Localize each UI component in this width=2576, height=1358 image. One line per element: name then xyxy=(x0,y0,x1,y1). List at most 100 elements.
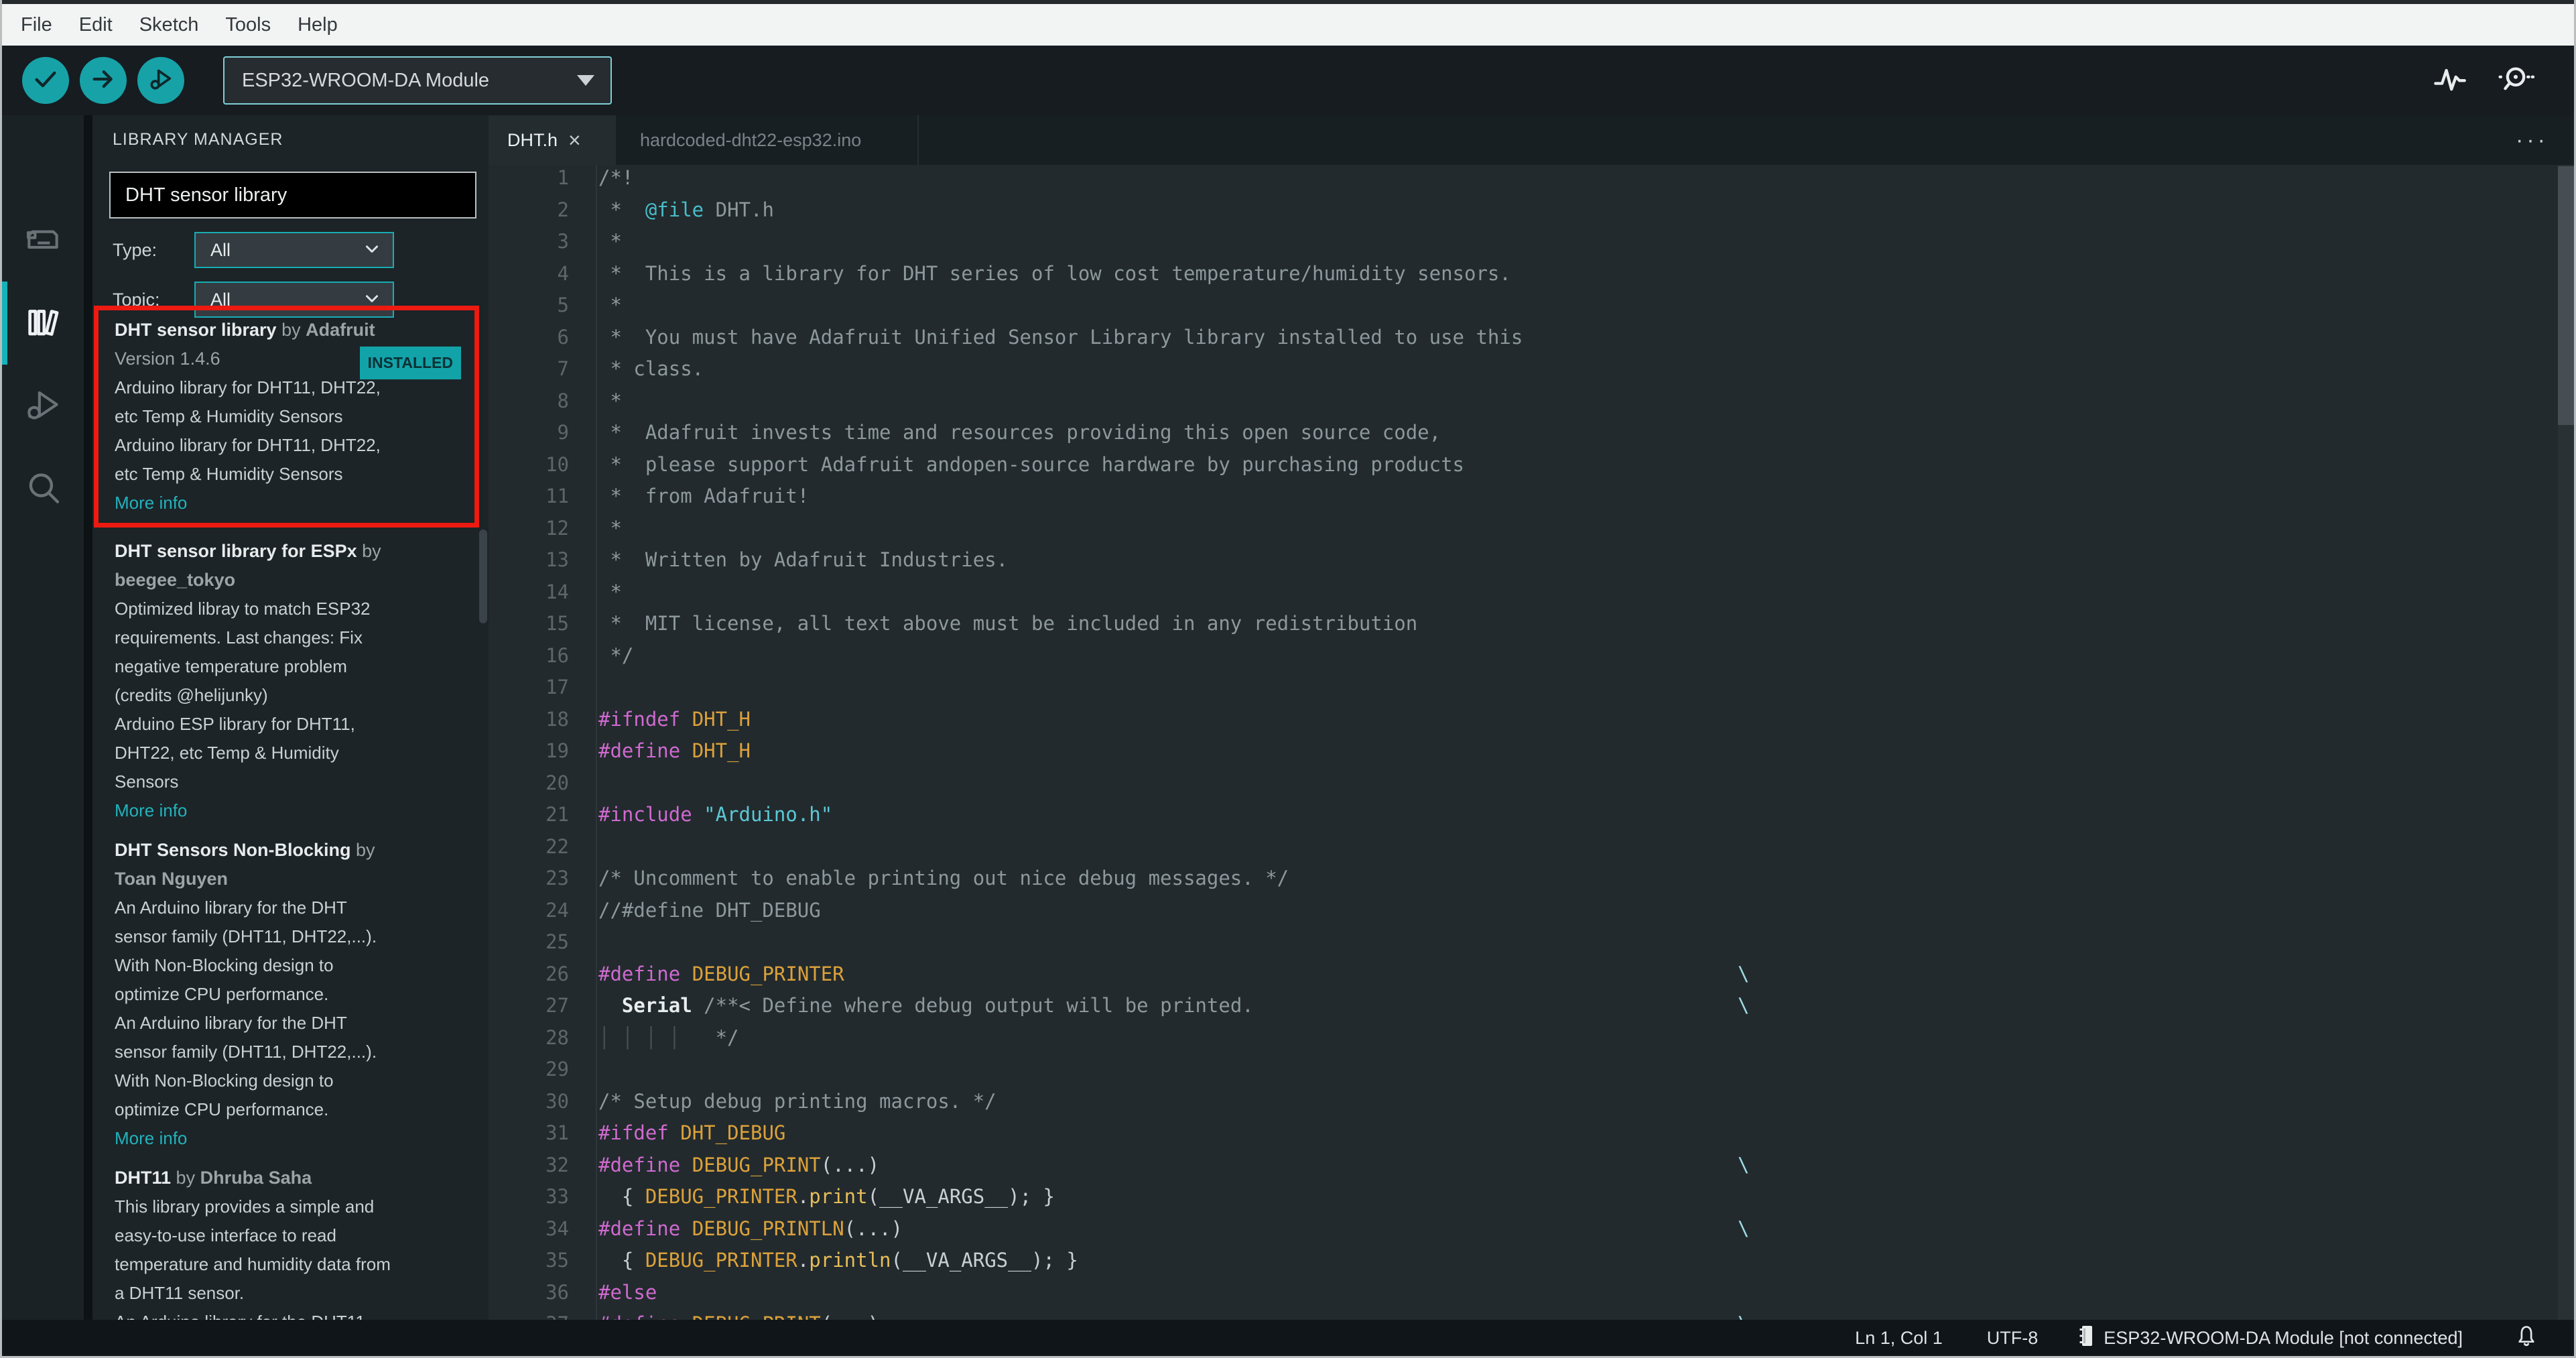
search-icon xyxy=(22,467,64,512)
notifications-bell-icon[interactable] xyxy=(2514,1322,2539,1354)
more-info-link[interactable]: More info xyxy=(115,796,474,825)
library-entry[interactable]: DHT sensor library by Adafruit Version 1.… xyxy=(94,306,479,528)
entry-description-line: a DHT11 sensor. xyxy=(115,1283,245,1303)
library-search-input[interactable] xyxy=(109,172,476,219)
line-number: 10 xyxy=(545,452,569,476)
menu-edit[interactable]: Edit xyxy=(66,4,126,46)
more-actions-icon[interactable]: ··· xyxy=(2516,115,2549,165)
code-text: { DEBUG_PRINTER.println(__VA_ARGS__); } xyxy=(621,1249,1078,1272)
sidebar-item-debug[interactable] xyxy=(2,365,84,448)
cursor-position[interactable]: Ln 1, Col 1 xyxy=(1855,1328,1943,1349)
editor-scrollbar[interactable] xyxy=(2558,165,2574,1320)
tab-label: hardcoded-dht22-esp32.ino xyxy=(640,129,862,150)
line-number: 29 xyxy=(545,1058,569,1081)
code-line-31: 31 #ifdef DHT_DEBUG xyxy=(489,1117,2574,1150)
panel-scrollbar-thumb[interactable] xyxy=(479,530,487,623)
code-editor[interactable]: 1/*! 2 * @file DHT.h 3 * 4 * This is a libr… xyxy=(489,165,2574,1320)
code-text: Serial /**< Define where debug output wi… xyxy=(621,994,1750,1017)
line-number: 6 xyxy=(557,325,569,349)
code-line-4: 4 * This is a library for DHT series of … xyxy=(489,258,2574,290)
sidebar-item-sketchbook[interactable] xyxy=(2,115,84,198)
library-entry[interactable]: DHT sensor library for ESPx by beegee_to… xyxy=(94,533,479,829)
editor-scrollbar-thumb[interactable] xyxy=(2558,166,2574,425)
status-board[interactable]: ESP32-WROOM-DA Module [not connected] xyxy=(2078,1324,2463,1352)
board-selector-label: ESP32-WROOM-DA Module xyxy=(242,69,490,91)
code-text: #ifdef DHT_DEBUG xyxy=(598,1121,786,1144)
line-number: 12 xyxy=(545,516,569,540)
line-number: 16 xyxy=(545,643,569,667)
code-line-12: 12 * xyxy=(489,513,2574,545)
line-number: 4 xyxy=(557,261,569,285)
board-selector[interactable]: ESP32-WROOM-DA Module xyxy=(223,56,612,105)
code-text: //#define DHT_DEBUG xyxy=(598,898,821,922)
code-text: #ifndef DHT_H xyxy=(598,707,751,731)
code-text: #else xyxy=(598,1280,657,1304)
entry-description-line: An Arduino library for the DHT xyxy=(115,898,347,918)
line-number: 24 xyxy=(545,898,569,922)
code-line-36: 36 #else xyxy=(489,1277,2574,1309)
entry-description-line: This library provides a simple and xyxy=(115,1196,375,1217)
sidebar-item-library-manager[interactable] xyxy=(2,282,84,365)
verify-button[interactable] xyxy=(22,57,69,104)
menu-tools[interactable]: Tools xyxy=(212,4,284,46)
code-text: * please support Adafruit andopen-source… xyxy=(598,452,1465,476)
code-lines: 1/*! 2 * @file DHT.h 3 * 4 * This is a libr… xyxy=(489,165,2574,1320)
entry-description-line: Arduino library for DHT11, DHT22, xyxy=(115,435,381,455)
upload-button[interactable] xyxy=(80,57,127,104)
code-text: * MIT license, all text above must be in… xyxy=(598,612,1418,635)
line-number: 18 xyxy=(545,707,569,731)
code-line-23: 23 /* Uncomment to enable printing out ni… xyxy=(489,863,2574,895)
code-line-7: 7 * class. xyxy=(489,353,2574,385)
serial-plotter-icon[interactable] xyxy=(2431,62,2469,100)
tab-bar: DHT.h × hardcoded-dht22-esp32.ino ··· xyxy=(489,115,2574,165)
code-text: * xyxy=(598,580,622,603)
sidebar-item-search[interactable] xyxy=(2,448,84,531)
code-text: #define DEBUG_PRINTLN(...) \ xyxy=(598,1217,1750,1240)
library-entry[interactable]: DHT Sensors Non-Blocking by Toan Nguyen A… xyxy=(94,832,479,1157)
code-line-32: 32 #define DEBUG_PRINT(...) \ xyxy=(489,1150,2574,1182)
code-line-13: 13 * Written by Adafruit Industries. xyxy=(489,544,2574,576)
line-number: 25 xyxy=(545,930,569,953)
entry-version: Version 1.4.6 xyxy=(115,349,220,369)
type-filter-select[interactable]: All xyxy=(194,232,394,268)
code-text: #define DEBUG_PRINTER \ xyxy=(598,962,1750,985)
line-number: 3 xyxy=(557,230,569,253)
close-icon[interactable]: × xyxy=(568,129,581,151)
more-info-link[interactable]: More info xyxy=(115,489,469,517)
code-line-33: 33 { DEBUG_PRINTER.print(__VA_ARGS__); } xyxy=(489,1181,2574,1213)
library-entry[interactable]: DHT11 by Dhruba Saha This library provide… xyxy=(94,1160,479,1320)
folder-icon xyxy=(22,135,64,180)
library-books-icon xyxy=(22,301,64,346)
code-text: /* Setup debug printing macros. */ xyxy=(598,1089,996,1113)
encoding[interactable]: UTF-8 xyxy=(1987,1328,2039,1349)
entry-description-line: sensor family (DHT11, DHT22,...). xyxy=(115,926,377,946)
code-line-27: 27 Serial /**< Define where debug output… xyxy=(489,990,2574,1022)
line-number: 14 xyxy=(545,580,569,603)
check-icon xyxy=(32,66,59,96)
menu-sketch[interactable]: Sketch xyxy=(126,4,212,46)
tab-hardcoded-dht22-esp32.ino[interactable]: hardcoded-dht22-esp32.ino xyxy=(616,115,919,165)
status-bar: Ln 1, Col 1 UTF-8 ESP32-WROOM-DA Module … xyxy=(2,1320,2574,1356)
code-line-24: 24 //#define DHT_DEBUG xyxy=(489,895,2574,927)
entry-description-line: With Non-Blocking design to xyxy=(115,955,334,975)
entry-description-line: With Non-Blocking design to xyxy=(115,1070,334,1091)
menu-help[interactable]: Help xyxy=(284,4,351,46)
entry-description-line: etc Temp & Humidity Sensors xyxy=(115,464,343,484)
code-line-21: 21 #include "Arduino.h" xyxy=(489,799,2574,831)
code-text: #define DHT_H xyxy=(598,739,751,762)
serial-monitor-icon[interactable] xyxy=(2496,62,2535,100)
entry-description-line: An Arduino library for the DHT11 xyxy=(115,1308,474,1320)
sidebar-item-boards-manager[interactable] xyxy=(2,198,84,282)
entry-description-line: DHT22, etc Temp & Humidity xyxy=(115,743,339,763)
code-text: * xyxy=(598,294,622,316)
line-number: 34 xyxy=(545,1217,569,1240)
tab-DHT.h[interactable]: DHT.h × xyxy=(489,115,616,165)
code-line-25: 25 xyxy=(489,926,2574,959)
more-info-link[interactable]: More info xyxy=(115,1124,474,1153)
tab-label: DHT.h xyxy=(507,129,558,150)
line-number: 11 xyxy=(545,485,569,507)
menu-file[interactable]: File xyxy=(7,4,66,46)
debug-button[interactable] xyxy=(137,57,184,104)
code-text: * You must have Adafruit Unified Sensor … xyxy=(598,325,1523,349)
library-list: DHT sensor library by Adafruit Version 1.… xyxy=(92,306,489,1320)
